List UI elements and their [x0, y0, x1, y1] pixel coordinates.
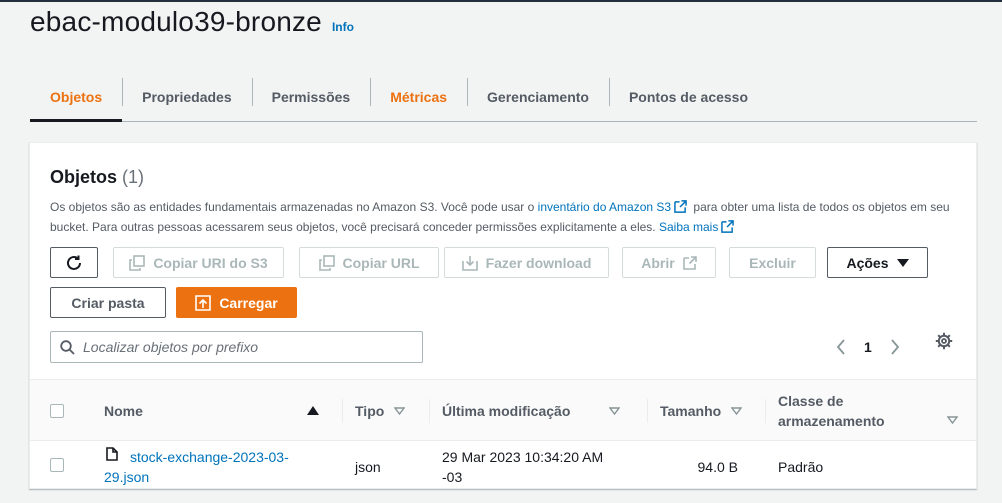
upload-icon: [195, 294, 212, 311]
object-last-modified-line-1: 29 Mar 2023 10:34:20 AM: [442, 449, 604, 465]
search-input[interactable]: [83, 339, 403, 355]
pagination: 1: [836, 333, 900, 361]
column-type-label: Tipo: [355, 403, 385, 419]
copy-s3-uri-button[interactable]: Copiar URI do S3: [113, 247, 284, 278]
actions-label: Ações: [846, 254, 889, 271]
create-folder-button[interactable]: Criar pasta: [50, 287, 166, 318]
description-text-1: Os objetos são as entidades fundamentais…: [50, 200, 538, 214]
column-name[interactable]: Nome: [92, 380, 322, 442]
search-icon: [60, 339, 75, 355]
column-storage-class-line-2: armazenamento: [778, 413, 885, 429]
download-button[interactable]: Fazer download: [444, 247, 609, 278]
column-type[interactable]: Tipo: [342, 380, 420, 442]
column-size-label: Tamanho: [660, 403, 722, 419]
column-modified-label: Última modificação: [442, 403, 571, 419]
table-header: Nome Tipo Última modificação Tamanho Cla…: [30, 379, 976, 442]
open-label: Abrir: [641, 254, 675, 271]
sort-icon: [609, 407, 620, 415]
create-folder-label: Criar pasta: [71, 294, 145, 311]
column-modified[interactable]: Última modificação: [429, 380, 629, 442]
row-checkbox[interactable]: [50, 458, 64, 472]
inventory-link[interactable]: inventário do Amazon S3: [538, 200, 671, 214]
copy-url-label: Copiar URL: [342, 254, 420, 271]
sort-icon: [947, 416, 958, 424]
tab-properties[interactable]: Propriedades: [122, 72, 251, 121]
sort-icon: [731, 407, 743, 415]
info-link[interactable]: Info: [332, 20, 354, 34]
tab-management[interactable]: Gerenciamento: [467, 72, 609, 121]
external-link-icon: [721, 220, 735, 233]
download-label: Fazer download: [485, 254, 592, 271]
upload-label: Carregar: [219, 294, 278, 311]
top-border: [0, 0, 1002, 2]
sort-icon: [394, 407, 406, 415]
bucket-header: ebac-modulo39-bronze Info: [30, 6, 354, 38]
delete-label: Excluir: [749, 254, 796, 271]
download-icon: [461, 255, 478, 271]
column-divider: [647, 399, 648, 423]
select-all-cell: [50, 380, 64, 442]
bucket-title: ebac-modulo39-bronze: [30, 6, 322, 37]
copy-icon: [129, 254, 146, 271]
object-storage-class: Padrão: [778, 459, 824, 475]
panel-heading: Objetos: [50, 167, 118, 187]
chevron-left-icon[interactable]: [836, 339, 846, 355]
tab-objects[interactable]: Objetos: [30, 72, 123, 122]
caret-down-icon: [896, 258, 909, 267]
column-size[interactable]: Tamanho: [647, 380, 757, 442]
chevron-right-icon[interactable]: [890, 339, 900, 355]
external-link-icon: [682, 255, 697, 270]
external-link-icon: [674, 200, 687, 213]
refresh-icon: [67, 255, 81, 270]
gear-icon: [935, 332, 953, 350]
learn-more-link[interactable]: Saiba mais: [659, 220, 718, 234]
copy-s3-uri-label: Copiar URI do S3: [153, 254, 268, 271]
column-divider: [765, 399, 766, 423]
object-count: (1): [122, 167, 145, 187]
page-number[interactable]: 1: [864, 339, 872, 355]
tab-metrics[interactable]: Métricas: [370, 72, 467, 121]
column-storage-class[interactable]: Classe de armazenamento: [765, 380, 965, 442]
open-button[interactable]: Abrir: [622, 247, 716, 278]
actions-button[interactable]: Ações: [827, 247, 928, 278]
upload-button[interactable]: Carregar: [176, 287, 297, 318]
delete-button[interactable]: Excluir: [729, 247, 816, 278]
object-last-modified-line-2: -03: [442, 469, 463, 485]
tab-access-points[interactable]: Pontos de acesso: [608, 72, 768, 121]
column-divider: [429, 399, 430, 423]
panel-description: Os objetos são as entidades fundamentais…: [50, 197, 950, 237]
column-name-label: Nome: [104, 403, 143, 419]
tab-permissions[interactable]: Permissões: [251, 72, 371, 121]
objects-panel: Objetos (1) Os objetos são as entidades …: [29, 142, 977, 489]
object-name-link[interactable]: stock-exchange-2023-03- 29.json: [104, 447, 304, 487]
object-last-modified: 29 Mar 2023 10:34:20 AM -03: [442, 447, 632, 487]
panel-title: Objetos (1): [50, 167, 144, 188]
select-all-checkbox[interactable]: [50, 404, 64, 418]
sort-ascending-icon: [307, 406, 319, 415]
column-storage-class-label: Classe de armazenamento: [778, 391, 885, 431]
preferences-button[interactable]: [935, 332, 953, 355]
table-row[interactable]: stock-exchange-2023-03- 29.json json 29 …: [30, 441, 976, 488]
copy-url-button[interactable]: Copiar URL: [299, 247, 439, 278]
column-storage-class-line-1: Classe de: [778, 393, 844, 409]
copy-icon: [318, 254, 335, 271]
object-name-line-2: 29.json: [104, 469, 150, 485]
object-name-line-1: stock-exchange-2023-03-: [130, 449, 289, 465]
column-divider: [342, 399, 343, 423]
search-box[interactable]: [50, 331, 423, 363]
object-type: json: [355, 459, 381, 475]
object-size: 94.0 B: [697, 459, 738, 475]
bucket-tabs: Objetos Propriedades Permissões Métricas…: [30, 72, 977, 122]
refresh-button[interactable]: [50, 247, 98, 278]
